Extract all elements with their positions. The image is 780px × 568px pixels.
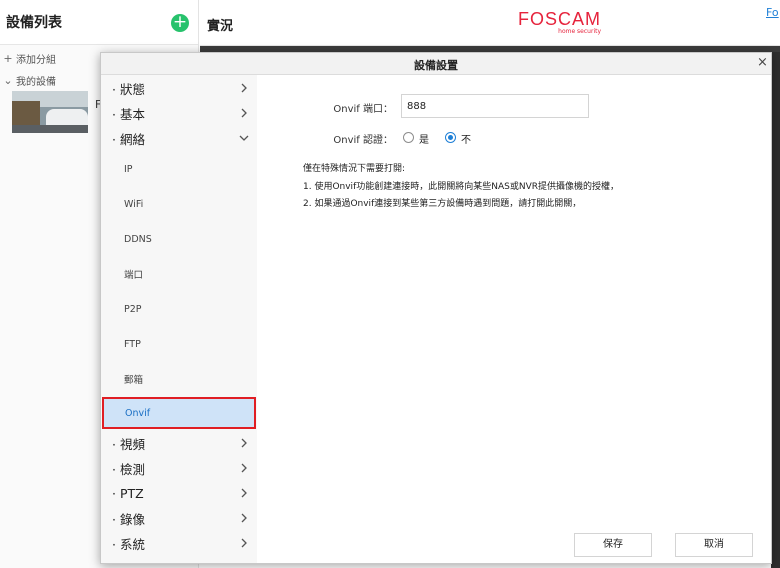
note-line-1: 1. 使用Onvif功能創建連接時，此開關將向某些NAS或NVR提供攝像機的授權… xyxy=(303,182,619,192)
dialog-header: 設備設置 × xyxy=(101,53,771,75)
chevron-right-icon xyxy=(241,108,247,118)
nav-sub-onvif[interactable]: Onvif xyxy=(102,397,256,429)
nav-sub-p2p[interactable]: P2P xyxy=(101,293,257,325)
auth-yes-radio[interactable] xyxy=(403,132,414,143)
device-thumbnail[interactable] xyxy=(12,91,88,133)
device-list-title: 設備列表 xyxy=(6,15,62,31)
nav-detection[interactable]: · 檢測 xyxy=(101,456,257,481)
chevron-right-icon xyxy=(241,538,247,548)
nav-ptz[interactable]: · PTZ xyxy=(101,481,257,506)
nav-network-label: · 網絡 xyxy=(112,132,145,147)
live-header: 實況 FOSCAM home security xyxy=(200,0,780,46)
nav-video[interactable]: · 視頻 xyxy=(101,431,257,456)
chevron-down-icon: ⌄ xyxy=(3,73,13,87)
chevron-down-icon xyxy=(239,135,249,141)
onvif-settings-panel: Onvif 端口： Onvif 認證： 是 不 僅在特殊情況下需要打開: 1. … xyxy=(257,75,771,563)
nav-sub-label: 端口 xyxy=(124,270,144,281)
onvif-port-input[interactable] xyxy=(401,94,589,118)
nav-sub-label: DDNS xyxy=(124,233,152,245)
chevron-right-icon xyxy=(241,463,247,473)
dialog-title: 設備設置 xyxy=(414,59,458,72)
save-button[interactable]: 保存 xyxy=(574,533,652,557)
nav-system-label: · 系統 xyxy=(112,537,145,552)
nav-status[interactable]: · 狀態 xyxy=(101,76,257,101)
nav-sub-wifi[interactable]: WiFi xyxy=(101,188,257,220)
my-devices-group[interactable]: ⌄ 我的設備 xyxy=(0,70,56,90)
nav-sub-ddns[interactable]: DDNS xyxy=(101,223,257,255)
device-settings-dialog: 設備設置 × · 狀態 · 基本 · 網絡 IP WiFi DDNS 端口 P2… xyxy=(100,52,772,564)
onvif-auth-label: Onvif 認證： xyxy=(333,135,393,146)
nav-ptz-label: · PTZ xyxy=(112,486,144,501)
nav-record[interactable]: · 錄像 xyxy=(101,506,257,531)
close-icon[interactable]: × xyxy=(757,55,768,70)
brand-name: FOSCAM xyxy=(518,9,602,29)
chevron-right-icon xyxy=(241,513,247,523)
nav-sub-ftp[interactable]: FTP xyxy=(101,328,257,360)
nav-sub-label: WiFi xyxy=(124,198,144,210)
add-device-icon[interactable]: + xyxy=(171,14,189,32)
nav-system[interactable]: · 系統 xyxy=(101,531,257,556)
auth-yes-label: 是 xyxy=(419,135,429,146)
nav-sub-mail[interactable]: 郵箱 xyxy=(101,363,257,395)
brand-subtitle: home security xyxy=(558,28,602,35)
nav-sub-label: Onvif xyxy=(125,407,151,419)
nav-video-label: · 視頻 xyxy=(112,437,145,452)
chevron-right-icon xyxy=(241,438,247,448)
my-devices-label: 我的設備 xyxy=(16,76,56,88)
note-line-2: 2. 如果通過Onvif連接到某些第三方設備時遇到問題，請打開此開關， xyxy=(303,199,582,209)
add-group-label: 添加分組 xyxy=(16,54,56,66)
nav-network[interactable]: · 網絡 xyxy=(101,126,257,151)
nav-basic-label: · 基本 xyxy=(112,107,145,122)
add-group-item[interactable]: + 添加分組 xyxy=(0,48,56,68)
cancel-button[interactable]: 取消 xyxy=(675,533,753,557)
nav-sub-label: 郵箱 xyxy=(124,375,144,386)
nav-sub-ip[interactable]: IP xyxy=(101,153,257,185)
plus-icon: + xyxy=(3,51,13,65)
auth-no-radio[interactable] xyxy=(445,132,456,143)
chevron-right-icon xyxy=(241,488,247,498)
auth-no-label: 不 xyxy=(461,135,471,146)
chevron-right-icon xyxy=(241,83,247,93)
note-title: 僅在特殊情況下需要打開: xyxy=(303,164,406,174)
settings-nav: · 狀態 · 基本 · 網絡 IP WiFi DDNS 端口 P2P FTP 郵… xyxy=(101,75,257,563)
onvif-port-label: Onvif 端口： xyxy=(333,104,393,115)
nav-sub-label: FTP xyxy=(124,338,141,350)
nav-detection-label: · 檢測 xyxy=(112,462,145,477)
foscam-logo: FOSCAM home security xyxy=(518,10,601,36)
nav-sub-label: P2P xyxy=(124,303,142,315)
nav-status-label: · 狀態 xyxy=(112,82,145,97)
nav-sub-label: IP xyxy=(124,163,133,175)
nav-basic[interactable]: · 基本 xyxy=(101,101,257,126)
nav-record-label: · 錄像 xyxy=(112,512,145,527)
top-right-link[interactable]: Fo xyxy=(766,6,779,19)
live-title: 實況 xyxy=(207,19,234,34)
nav-sub-port[interactable]: 端口 xyxy=(101,258,257,290)
device-list-header: 設備列表 xyxy=(0,0,198,45)
live-video-edge xyxy=(771,52,780,568)
